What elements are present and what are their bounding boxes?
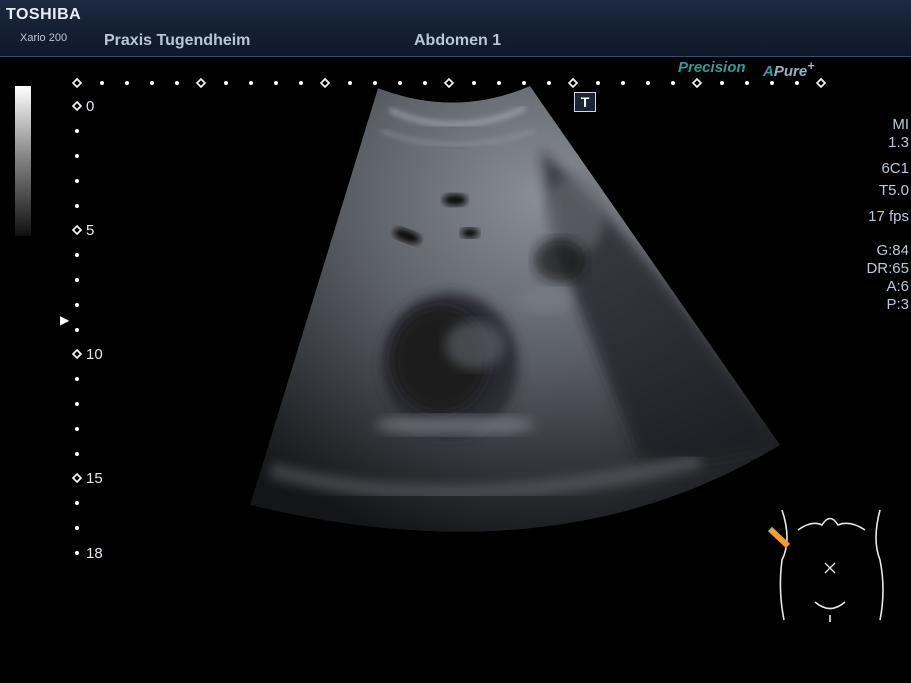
probe-position-icon (767, 526, 791, 549)
parameter-panel: MI 1.3 6C1 T5.0 17 fps G:84 DR:65 A:6 P:… (819, 116, 909, 314)
depth-label-10: 10 (86, 346, 103, 363)
depth-label-0: 0 (86, 98, 95, 115)
tis-value: T5.0 (878, 182, 909, 199)
scan-sector (250, 86, 780, 532)
body-mark (767, 509, 884, 622)
depth-label-15: 15 (86, 470, 103, 487)
focus-marker-icon[interactable]: ▶ (60, 313, 69, 327)
ribcage-outline (797, 517, 866, 531)
depth-scale (71, 100, 83, 555)
body-outline-left (779, 509, 788, 621)
mi-label: MI (892, 116, 909, 133)
body-outline-right (875, 509, 884, 621)
mi-value: 1.3 (888, 134, 909, 151)
frame-rate: 17 fps (868, 208, 909, 225)
depth-label-18: 18 (86, 545, 103, 562)
ultrasound-image (71, 77, 884, 622)
p-value: P:3 (886, 296, 909, 313)
dynamic-range-value: DR:65 (866, 260, 909, 277)
t-mode-badge: T (574, 92, 596, 112)
a-value: A:6 (886, 278, 909, 295)
lateral-scale (71, 77, 827, 89)
pelvis-outline (814, 601, 846, 610)
vessel-1 (443, 194, 467, 206)
gain-value: G:84 (876, 242, 909, 259)
navel-mark (824, 562, 836, 574)
depth-label-5: 5 (86, 222, 95, 239)
probe-name: 6C1 (881, 160, 909, 177)
vessel-3 (461, 228, 479, 238)
